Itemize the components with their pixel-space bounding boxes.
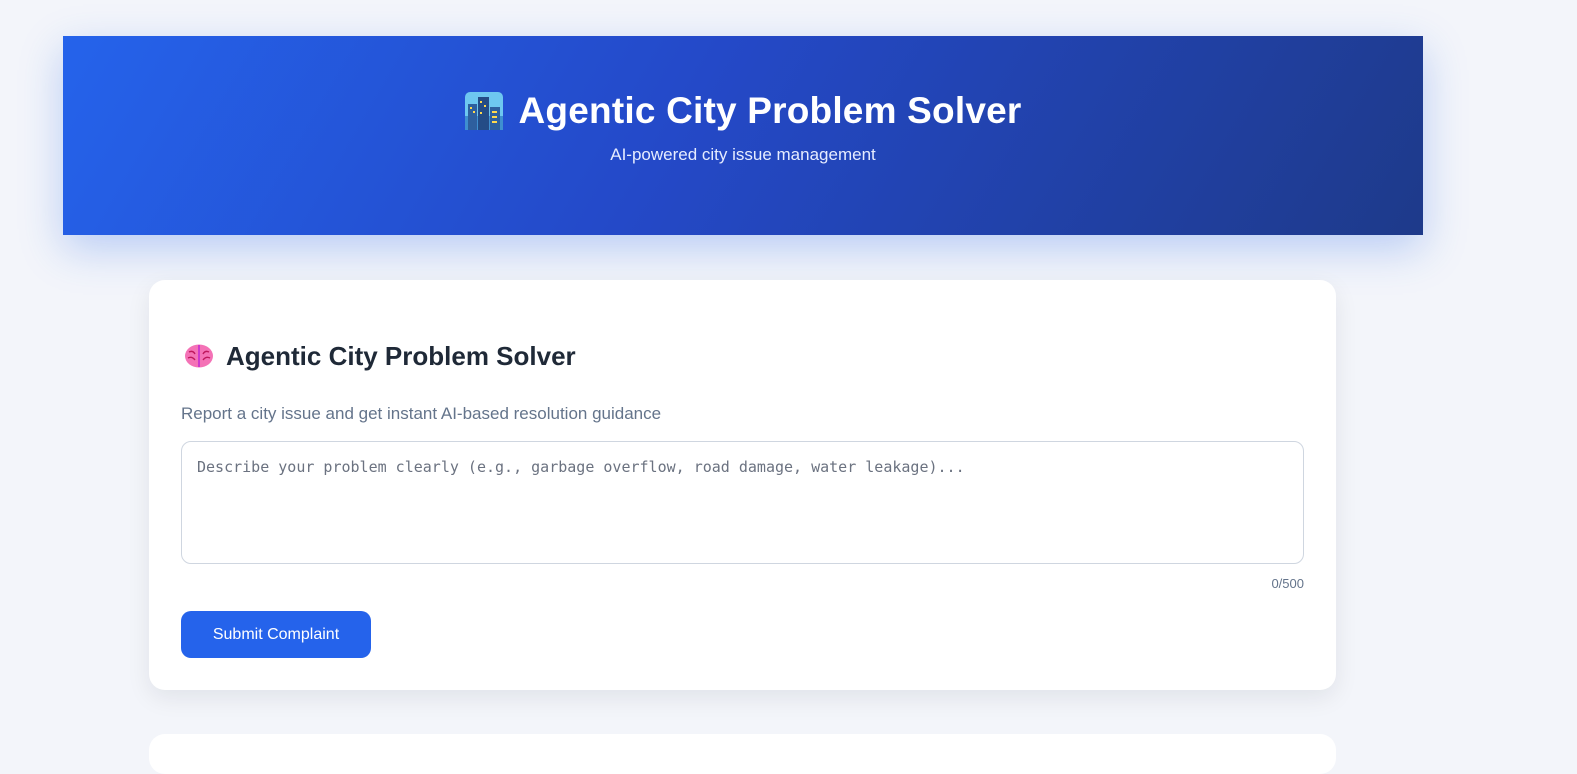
character-counter: 0/500 [1271,576,1304,591]
header-title-row: Agentic City Problem Solver [464,90,1022,131]
page-subtitle: AI-powered city issue management [610,145,876,164]
brain-icon [184,343,214,369]
next-card [149,734,1336,774]
form-title-row: Agentic City Problem Solver [184,340,576,372]
app-header: Agentic City Problem Solver AI-powered c… [63,36,1423,235]
submit-complaint-button[interactable]: Submit Complaint [181,611,371,658]
cityscape-icon [464,92,503,130]
complaint-form-card: Agentic City Problem Solver Report a cit… [149,280,1336,690]
problem-description-input[interactable] [181,441,1304,564]
form-title: Agentic City Problem Solver [226,340,576,371]
form-description: Report a city issue and get instant AI-b… [181,404,662,423]
page-title: Agentic City Problem Solver [518,90,1022,131]
